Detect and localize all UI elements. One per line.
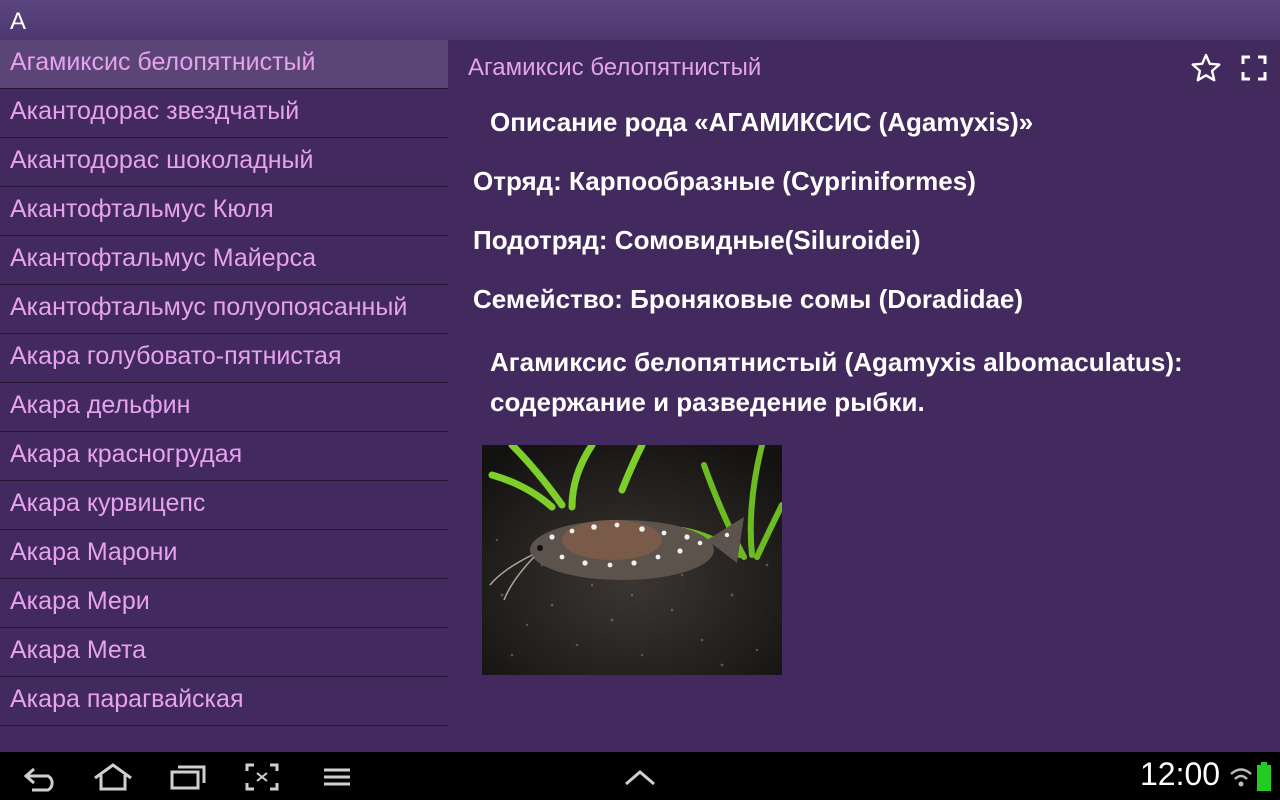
list-item[interactable]: Акара дельфин xyxy=(0,383,448,432)
list-item[interactable]: Акара парагвайская xyxy=(0,677,448,726)
system-nav-bar xyxy=(0,752,1280,800)
back-icon[interactable] xyxy=(20,762,60,792)
family-line: Семейство: Броняковые сомы (Doradidae) xyxy=(473,284,1024,314)
list-item[interactable]: Акантодорас шоколадный xyxy=(0,138,448,187)
screenshot-icon[interactable] xyxy=(244,762,280,792)
detail-pane: Агамиксис белопятнистый Описание рода «А… xyxy=(448,40,1280,752)
list-item[interactable]: Акара Мета xyxy=(0,628,448,677)
status-clock: 12:00 xyxy=(1140,756,1221,792)
fullscreen-icon[interactable] xyxy=(1240,54,1268,82)
order-line: Отряд: Карпообразные (Cypriniformes) xyxy=(473,166,976,196)
list-item[interactable]: Акара курвицепс xyxy=(0,481,448,530)
list-item[interactable]: Акара красногрудая xyxy=(0,432,448,481)
battery-icon xyxy=(1257,762,1271,791)
expand-up-icon[interactable] xyxy=(622,766,658,788)
index-letter-header: A xyxy=(0,0,1280,40)
recent-apps-icon[interactable] xyxy=(168,762,208,792)
list-item[interactable]: Акантофтальмус Майерса xyxy=(0,236,448,285)
list-item[interactable]: Акара Марони xyxy=(0,530,448,579)
home-icon[interactable] xyxy=(92,762,134,792)
species-heading: Агамиксис белопятнистый (Agamyxis alboma… xyxy=(490,347,1183,417)
fish-photo xyxy=(482,445,782,675)
list-item[interactable]: Акантодорас звездчатый xyxy=(0,89,448,138)
list-item[interactable]: Акара голубовато-пятнистая xyxy=(0,334,448,383)
detail-title: Агамиксис белопятнистый xyxy=(468,54,762,81)
suborder-line: Подотряд: Сомовидные(Siluroidei) xyxy=(473,225,921,255)
wifi-icon xyxy=(1230,768,1252,787)
list-item[interactable]: Акантофтальмус полуопоясанный xyxy=(0,285,448,334)
list-item[interactable]: Акантофтальмус Кюля xyxy=(0,187,448,236)
menu-icon[interactable] xyxy=(322,762,352,792)
genus-heading: Описание рода «АГАМИКСИС (Agamyxis)» xyxy=(490,107,1034,137)
list-item[interactable]: Акара Мери xyxy=(0,579,448,628)
star-outline-icon[interactable] xyxy=(1190,52,1222,84)
species-list[interactable]: Агамиксис белопятнистый Акантодорас звез… xyxy=(0,40,448,752)
list-item[interactable]: Агамиксис белопятнистый xyxy=(0,40,448,89)
